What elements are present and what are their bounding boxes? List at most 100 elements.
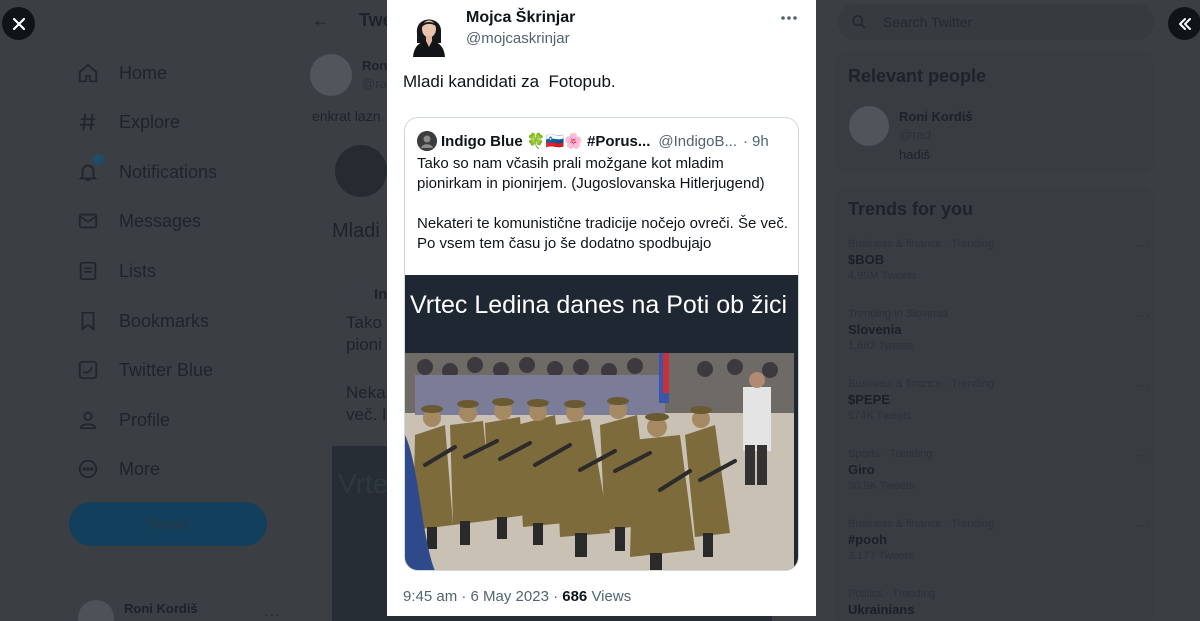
search-input[interactable]: Search Twitter [837,4,1155,40]
sidebar-item-label: Explore [119,111,181,132]
trend-name: Slovenia [848,322,902,337]
person-icon [76,408,100,432]
trend-context: Sports · Trending [848,448,933,460]
card-title: Trends for you [848,199,974,219]
person-bio: hadiš [899,147,931,162]
right-sidebar: Search Twitter Relevant people Roni Kord… [815,0,1200,621]
trend-name: $BOB [848,252,885,267]
search-icon [852,15,866,29]
tweet-modal: Mojca Škrinjar @mojcaskrinjar Mladi kand… [387,0,816,616]
sidebar-item-label: Home [119,62,168,83]
notification-badge [93,154,104,165]
more-icon[interactable]: ··· [1136,448,1151,462]
more-icon[interactable]: ··· [1136,518,1151,532]
quote-line: Neka [346,383,386,402]
quote-line: Tako [346,313,382,332]
quote-line: več. I [346,405,387,424]
trend-context: Business & finance · Trending [848,518,995,530]
sidebar-item-profile[interactable]: Profile [76,403,170,437]
sidebar: Home Explore Notifications Messages List… [0,0,300,621]
sidebar-item-label: More [119,458,161,479]
trend-name: Giro [848,462,875,477]
separator: · [743,132,748,150]
quote-line: pioni [346,335,382,354]
sidebar-item-lists[interactable]: Lists [76,254,156,288]
list-icon [76,259,100,283]
trend-name: $PEPE [848,392,890,407]
account-switcher[interactable]: Roni Kordiš [78,600,198,621]
card-title: Relevant people [848,66,987,86]
back-arrow-icon[interactable]: ← [312,10,330,31]
close-button[interactable] [2,7,35,40]
sidebar-item-label: Notifications [119,161,218,182]
quote-author-name: Indigo Blue 🍀🇸🇮🌸 #Porus... [441,133,651,150]
sidebar-item-twitter-blue[interactable]: Twitter Blue [76,353,213,387]
sidebar-item-messages[interactable]: Messages [76,204,201,238]
person-name[interactable]: Roni Kordiš [899,109,973,124]
avatar [417,131,437,151]
sidebar-item-bookmarks[interactable]: Bookmarks [76,304,209,338]
trend-context: Politics · Trending [848,588,936,600]
sidebar-item-label: Bookmarks [119,310,210,331]
quote-image[interactable]: Vrtec Ledina danes na Poti ob žici [405,275,798,570]
sidebar-item-explore[interactable]: Explore [76,105,180,139]
author-name[interactable]: Mojca Škrinjar [466,9,575,27]
quote-text: Neka več. I [346,382,387,426]
author-handle[interactable]: @mojcaskrinjar [466,30,570,47]
image-caption: Vrtec Ledina danes na Poti ob žici [410,291,788,319]
trend-item[interactable]: Trending in Slovenia Slovenia 1,692 Twee… [848,308,1150,352]
quoted-tweet[interactable]: Indigo Blue 🍀🇸🇮🌸 #Porus... @IndigoB... ·… [404,117,799,571]
double-chevron-left-icon [1178,17,1191,30]
avatar[interactable] [849,106,889,146]
tweet-button[interactable]: Tweet [69,502,267,546]
more-circle-icon [76,457,100,481]
more-icon[interactable]: ··· [1136,238,1151,252]
more-icon[interactable]: ··· [264,606,281,621]
tweet-text: Mladi k [332,220,396,242]
hashtag-icon [76,110,100,134]
quote-header: Indigo Blue 🍀🇸🇮🌸 #Porus... @IndigoB... ·… [417,130,789,152]
sidebar-item-label: Lists [119,260,157,281]
quote-paragraph: Nekateri te komunistične tradicije nočej… [417,215,789,252]
avatar[interactable] [403,9,455,57]
avatar [346,284,368,306]
image-caption: Vrte [338,468,389,499]
views-count: 686 [562,588,588,605]
home-icon [76,61,100,85]
quote-time: 9h [752,132,769,150]
bookmark-icon [76,309,100,333]
more-icon[interactable]: ··· [1136,378,1151,392]
sidebar-item-home[interactable]: Home [76,56,167,90]
avatar[interactable] [335,145,387,197]
tweet-meta: 9:45 am · 6 May 2023 · 686 Views [403,588,631,605]
close-icon [12,17,25,30]
trend-item[interactable]: Sports · Trending Giro 30.9K Tweets ··· [848,448,1150,492]
sidebar-item-more[interactable]: More [76,452,160,486]
trend-context: Business & finance · Trending [848,378,995,390]
more-icon[interactable]: ··· [1136,308,1151,322]
trend-count: 574K Tweets [848,410,912,422]
tweet-timestamp[interactable]: 9:45 am · 6 May 2023 · [403,588,558,605]
trend-item[interactable]: Politics · Trending Ukrainians [848,588,1138,617]
trend-count: 1,692 Tweets [848,340,914,352]
trend-item[interactable]: Business & finance · Trending $BOB 4.99M… [848,238,1150,282]
trend-item[interactable]: Business & finance · Trending #pooh 3,17… [848,518,1150,562]
trend-name: #pooh [848,532,887,547]
account-name: Roni Kordiš [124,601,198,616]
envelope-icon [76,209,100,233]
tweet-text: Mladi kandidati za Fotopub. [403,72,616,91]
trend-item[interactable]: Business & finance · Trending $PEPE 574K… [848,378,1150,422]
trend-count: 3,177 Tweets [848,550,914,562]
quote-author-name: In [374,286,388,303]
search-placeholder: Search Twitter [883,14,973,30]
sidebar-item-label: Twitter Blue [119,359,214,380]
collapse-panel-button[interactable] [1168,7,1200,40]
trend-count: 30.9K Tweets [848,480,915,492]
person-handle: @rad [899,127,931,142]
twitter-blue-icon [76,358,100,382]
more-icon[interactable] [780,9,798,27]
avatar[interactable] [310,54,352,96]
trend-context: Business & finance · Trending [848,238,995,250]
trend-count: 4.99M Tweets [848,270,917,282]
quote-text: Tako pioni [346,312,382,356]
